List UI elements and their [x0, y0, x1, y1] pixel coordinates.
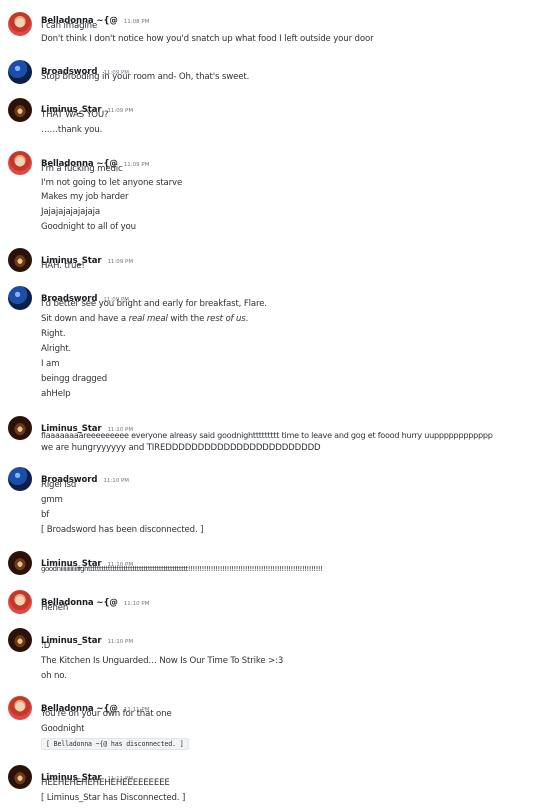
italic-text: rest of us: [206, 314, 246, 324]
message-text: Heheh: [41, 603, 69, 613]
avatar[interactable]: [8, 12, 32, 36]
message-text: bf: [41, 510, 50, 520]
avatar[interactable]: [8, 696, 32, 720]
timestamp: 11:10 PM: [123, 601, 150, 607]
message-text: I can imagine: [41, 21, 98, 31]
message-text: I'm not going to let anyone starve: [41, 178, 183, 188]
text-segment: .: [245, 314, 249, 324]
message-text: Don't think I don't notice how you'd sna…: [41, 34, 374, 44]
chat-log: Belladonna ~{@ 11:08 PM I can imagine Don…: [0, 0, 540, 808]
message-text: ahHelp: [41, 389, 71, 399]
avatar[interactable]: [8, 551, 32, 575]
timestamp: 11:08 PM: [123, 19, 150, 25]
avatar[interactable]: [8, 416, 32, 440]
message-text: [ Broadsword has been disconnected. ]: [41, 525, 204, 535]
message-text: ……thank you.: [41, 125, 103, 135]
message-text: You're on your own for that one: [41, 709, 172, 719]
message-text: I am: [41, 359, 60, 369]
timestamp: 11:09 PM: [107, 108, 134, 114]
message-text: Rigel isd: [41, 480, 77, 490]
message-text: Right.: [41, 329, 66, 339]
avatar[interactable]: [8, 151, 32, 175]
message-header: Liminus_Star 11:10 PM: [41, 628, 133, 647]
timestamp: 11:09 PM: [123, 162, 150, 168]
message-text: [ Belladonna ~{@ has disconnected. ]: [41, 738, 189, 750]
timestamp: 11:10 PM: [107, 639, 134, 645]
avatar[interactable]: [8, 98, 32, 122]
message-text: Stop brooding in your room and- Oh, that…: [41, 72, 250, 82]
message-text: Makes my job harder: [41, 192, 129, 202]
message-text: flaaaaaaaareeeeeeeee everyone alreasy sa…: [41, 430, 493, 440]
message-text: goodniiiiiiiiiiiiiighttttttttttttttttttt…: [41, 564, 323, 573]
code-block: [ Belladonna ~{@ has disconnected. ]: [41, 738, 189, 750]
message-text: The Kitchen Is Unguarded… Now Is Our Tim…: [41, 656, 284, 666]
avatar[interactable]: [8, 590, 32, 614]
message-text: Alright.: [41, 344, 71, 354]
message-text: we are hungryyyyyy and TIREDDDDDDDDDDDDD…: [41, 443, 321, 453]
text-segment: Sit down and have a: [41, 314, 129, 324]
message-text: HAH. true!: [41, 261, 85, 271]
message-text: Goodnight to all of you: [41, 222, 136, 232]
avatar[interactable]: [8, 765, 32, 789]
text-segment: with the: [167, 314, 207, 324]
message-text: gmm: [41, 495, 63, 505]
message-text: :D: [41, 641, 51, 651]
message-text: Goodnight: [41, 724, 85, 734]
timestamp: 11:10 PM: [103, 478, 130, 484]
message-text: THAT WAS YOU?: [41, 110, 109, 120]
avatar[interactable]: [8, 286, 32, 310]
message-text: beingg dragged: [41, 374, 108, 384]
timestamp: 11:09 PM: [107, 259, 134, 265]
avatar[interactable]: [8, 248, 32, 272]
message-text: Jajajajajajajaja: [41, 207, 100, 217]
italic-text: real meal: [128, 314, 168, 324]
avatar[interactable]: [8, 467, 32, 491]
avatar[interactable]: [8, 60, 32, 84]
message-text: HEEHEHEHEHEHEHEEEEEEEEE: [41, 778, 170, 788]
message-text: Sit down and have a real meal with the r…: [41, 314, 248, 324]
message-text: I'm a fucking medic: [41, 164, 123, 174]
avatar[interactable]: [8, 628, 32, 652]
message-text: [ Liminus_Star has Disconnected. ]: [41, 793, 186, 803]
message-text: I'd better see you bright and early for …: [41, 299, 267, 309]
message-text: oh no.: [41, 671, 67, 681]
